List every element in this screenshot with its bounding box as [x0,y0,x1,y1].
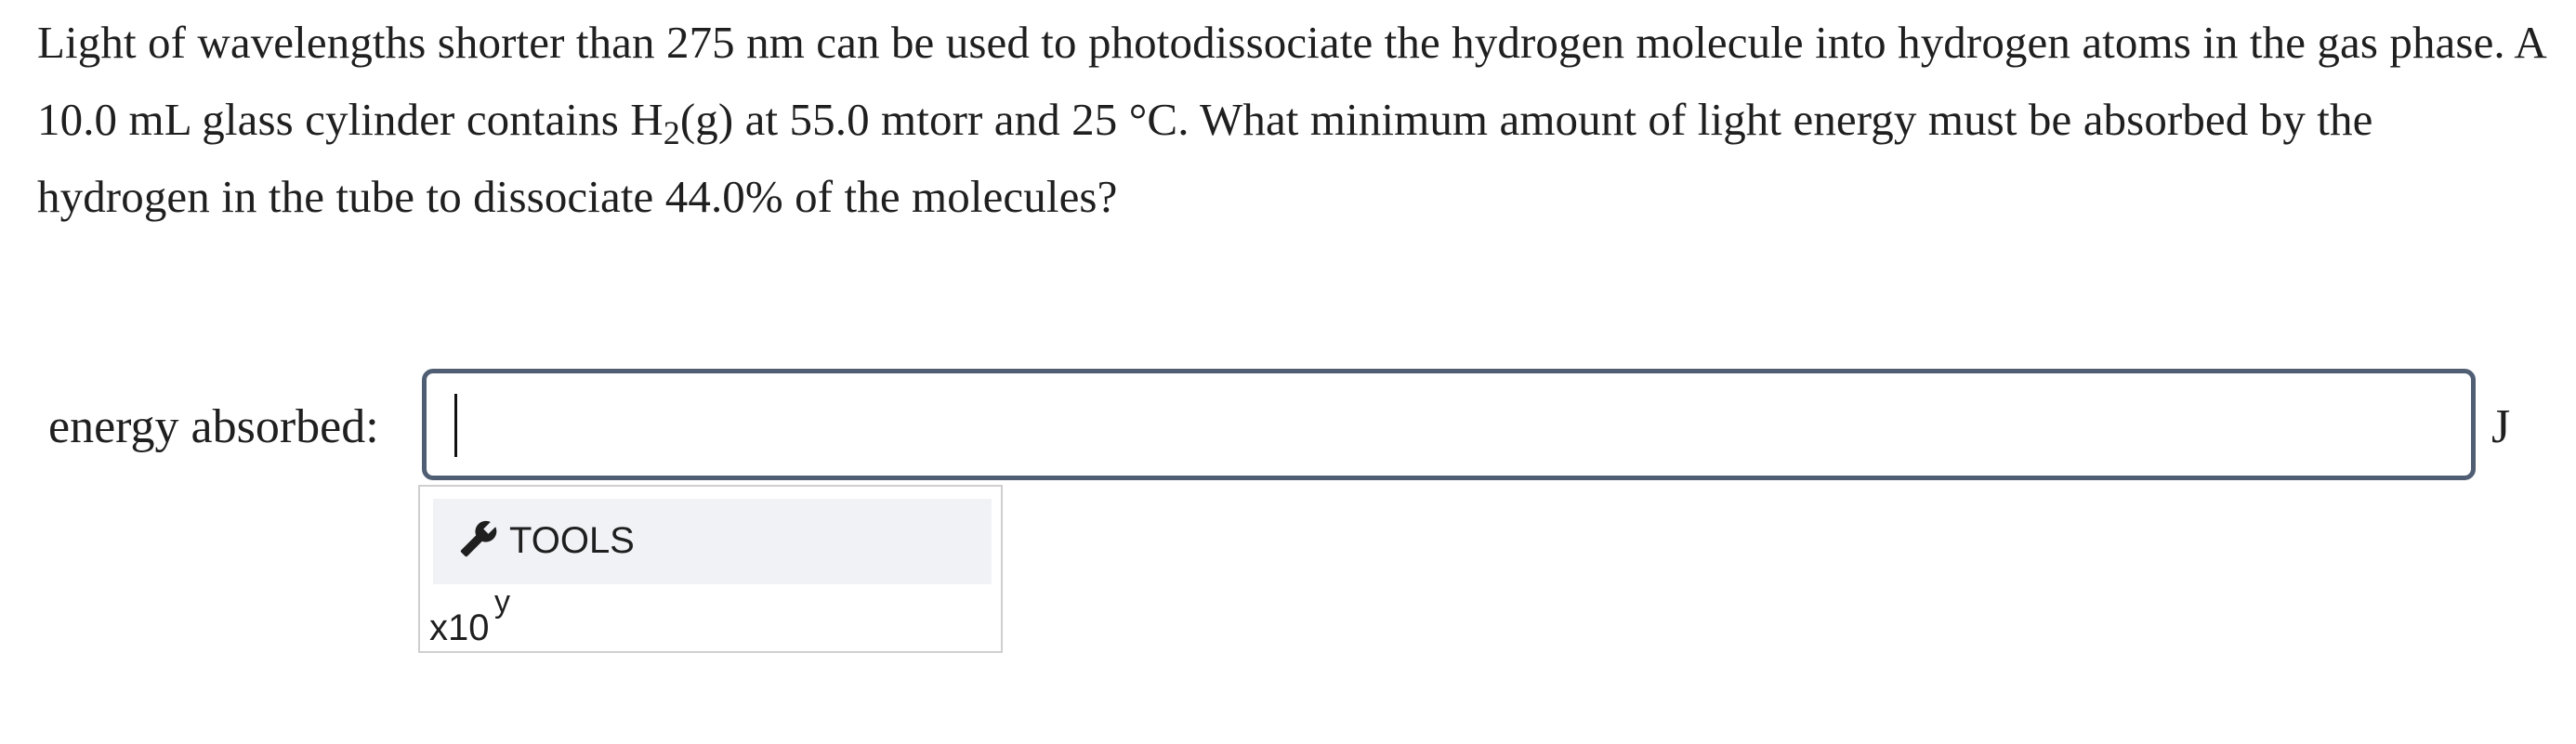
energy-absorbed-input[interactable] [427,373,2471,476]
sci-notation-base: x10 [429,607,490,648]
tools-label: TOOLS [509,520,635,561]
tools-panel: TOOLS x10 y [418,485,1003,653]
text-cursor [454,394,457,457]
question-text: Light of wavelengths shorter than 275 nm… [37,4,2546,235]
unit-label: J [2491,400,2511,453]
h2-subscript: 2 [663,114,680,151]
energy-absorbed-field[interactable] [422,369,2476,480]
wrench-icon [459,519,498,558]
tools-toggle-button[interactable]: TOOLS [433,499,992,584]
energy-absorbed-label: energy absorbed: [48,400,379,453]
sci-notation-exponent: y [494,584,510,620]
